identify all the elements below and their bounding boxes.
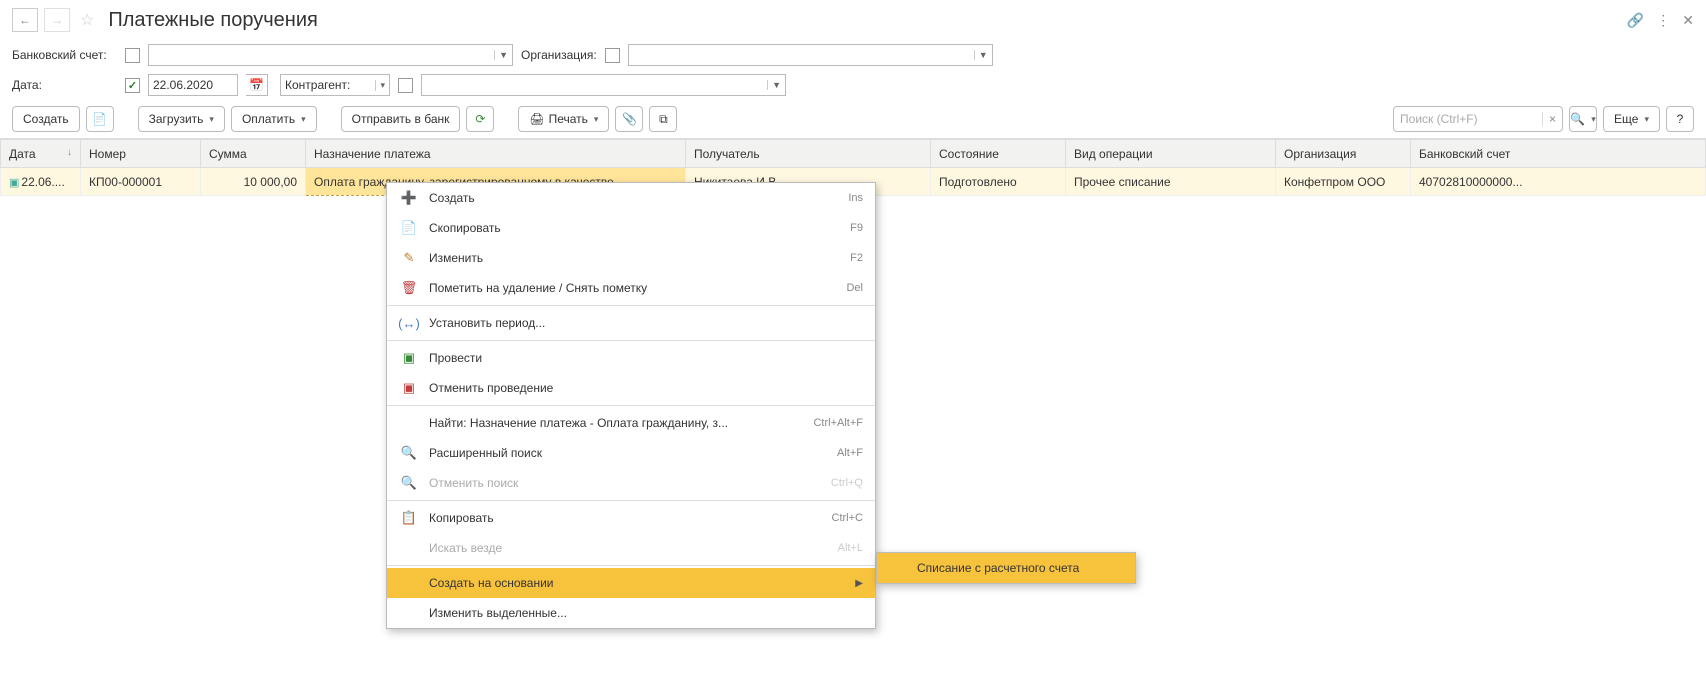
org-checkbox[interactable] xyxy=(605,48,620,63)
menu-create[interactable]: ➕ Создать Ins xyxy=(387,183,875,213)
submenu-create-based: Списание с расчетного счета xyxy=(876,552,1136,584)
search-input[interactable]: Поиск (Ctrl+F) × xyxy=(1393,106,1563,132)
menu-edit[interactable]: ✎ Изменить F2 xyxy=(387,243,875,273)
post-icon: ▣ xyxy=(399,350,419,366)
menu-copy[interactable]: 📄 Скопировать F9 xyxy=(387,213,875,243)
menu-edit-selected[interactable]: Изменить выделенные... xyxy=(387,598,875,628)
pencil-icon: ✎ xyxy=(399,250,419,266)
help-button[interactable]: ? xyxy=(1666,106,1694,132)
favorite-star-icon[interactable]: ☆ xyxy=(80,10,94,30)
menu-set-period[interactable]: (↔) Установить период... xyxy=(387,308,875,338)
search-button[interactable]: 🔍▾ xyxy=(1569,106,1597,132)
copy-doc-button[interactable]: 📄 xyxy=(86,106,114,132)
col-bank-acc[interactable]: Банковский счет xyxy=(1411,140,1706,168)
menu-create-based[interactable]: Создать на основании ▶ xyxy=(387,568,875,598)
copy-icon: 📄 xyxy=(399,220,419,236)
more-button[interactable]: Еще▾ xyxy=(1603,106,1660,132)
col-recipient[interactable]: Получатель xyxy=(686,140,931,168)
menu-search-all: Искать везде Alt+L xyxy=(387,533,875,563)
toolbar: Создать 📄 Загрузить▾ Оплатить▾ Отправить… xyxy=(0,100,1706,138)
load-button[interactable]: Загрузить▾ xyxy=(138,106,225,132)
col-date[interactable]: Дата↓ xyxy=(1,140,81,168)
submenu-writeoff[interactable]: Списание с расчетного счета xyxy=(877,553,1135,583)
bank-account-checkbox[interactable] xyxy=(125,48,140,63)
context-menu: ➕ Создать Ins 📄 Скопировать F9 ✎ Изменит… xyxy=(386,182,876,629)
page-title: Платежные поручения xyxy=(108,9,317,32)
header-bar: ← → ☆ Платежные поручения 🔗 ⋮ ✕ xyxy=(0,0,1706,40)
col-purpose[interactable]: Назначение платежа xyxy=(306,140,686,168)
bank-account-label: Банковский счет: xyxy=(12,48,117,62)
cell-op-type[interactable]: Прочее списание xyxy=(1066,168,1276,196)
chevron-down-icon: ▼ xyxy=(767,80,781,90)
create-button[interactable]: Создать xyxy=(12,106,80,132)
menu-find[interactable]: Найти: Назначение платежа - Оплата гражд… xyxy=(387,408,875,438)
col-org[interactable]: Организация xyxy=(1276,140,1411,168)
document-icon: ▣ xyxy=(9,177,19,189)
counterparty-checkbox[interactable] xyxy=(398,78,413,93)
delete-mark-icon: 🗑 xyxy=(399,280,419,296)
table-header-row: Дата↓ Номер Сумма Назначение платежа Пол… xyxy=(1,140,1706,168)
cancel-search-icon: 🔍 xyxy=(399,475,419,491)
date-input[interactable]: 22.06.2020 xyxy=(148,74,238,96)
plus-icon: ➕ xyxy=(399,190,419,206)
date-checkbox[interactable] xyxy=(125,78,140,93)
chevron-down-icon: ▼ xyxy=(494,50,508,60)
nav-back-button[interactable]: ← xyxy=(12,8,38,32)
send-bank-button[interactable]: Отправить в банк xyxy=(341,106,461,132)
menu-dots-icon[interactable]: ⋮ xyxy=(1656,12,1670,29)
filter-row-2: Дата: 22.06.2020 📅 Контрагент: ▾ ▼ xyxy=(0,70,1706,100)
print-button[interactable]: 🖨Печать▾ xyxy=(518,106,609,132)
bank-account-field[interactable]: ▼ xyxy=(148,44,513,66)
col-state[interactable]: Состояние xyxy=(931,140,1066,168)
related-button[interactable]: ⧉ xyxy=(649,106,677,132)
filter-row-1: Банковский счет: ▼ Организация: ▼ xyxy=(0,40,1706,70)
refresh-button[interactable]: ⟳ xyxy=(466,106,494,132)
cell-date[interactable]: ▣22.06.... xyxy=(1,168,81,196)
menu-unpost[interactable]: ▣ Отменить проведение xyxy=(387,373,875,403)
org-field[interactable]: ▼ xyxy=(628,44,993,66)
cell-org[interactable]: Конфетпром ООО xyxy=(1276,168,1411,196)
menu-mark-delete[interactable]: 🗑 Пометить на удаление / Снять пометку D… xyxy=(387,273,875,303)
nav-forward-button: → xyxy=(44,8,70,32)
col-op-type[interactable]: Вид операции xyxy=(1066,140,1276,168)
close-icon[interactable]: ✕ xyxy=(1682,12,1694,29)
unpost-icon: ▣ xyxy=(399,380,419,396)
chevron-right-icon: ▶ xyxy=(855,578,863,589)
cell-sum[interactable]: 10 000,00 xyxy=(201,168,306,196)
chevron-down-icon: ▼ xyxy=(974,50,988,60)
chevron-down-icon: ▾ xyxy=(375,80,385,91)
link-icon[interactable]: 🔗 xyxy=(1627,12,1644,29)
counterparty-label-box: Контрагент: ▾ xyxy=(280,74,390,96)
menu-cancel-search: 🔍 Отменить поиск Ctrl+Q xyxy=(387,468,875,498)
cell-bank-acc[interactable]: 40702810000000... xyxy=(1411,168,1706,196)
counterparty-field[interactable]: ▼ xyxy=(421,74,786,96)
col-sum[interactable]: Сумма xyxy=(201,140,306,168)
calendar-icon[interactable]: 📅 xyxy=(246,74,268,96)
date-label: Дата: xyxy=(12,78,117,92)
col-number[interactable]: Номер xyxy=(81,140,201,168)
menu-adv-search[interactable]: 🔍 Расширенный поиск Alt+F xyxy=(387,438,875,468)
search-icon: 🔍 xyxy=(399,445,419,461)
pay-button[interactable]: Оплатить▾ xyxy=(231,106,317,132)
org-label: Организация: xyxy=(521,48,597,62)
attach-button[interactable]: 📎 xyxy=(615,106,643,132)
cell-number[interactable]: КП00-000001 xyxy=(81,168,201,196)
menu-copy-clip[interactable]: 📋 Копировать Ctrl+C xyxy=(387,503,875,533)
menu-post[interactable]: ▣ Провести xyxy=(387,343,875,373)
cell-state[interactable]: Подготовлено xyxy=(931,168,1066,196)
clear-search-icon[interactable]: × xyxy=(1542,112,1556,126)
clipboard-icon: 📋 xyxy=(399,510,419,526)
period-icon: (↔) xyxy=(399,316,419,331)
